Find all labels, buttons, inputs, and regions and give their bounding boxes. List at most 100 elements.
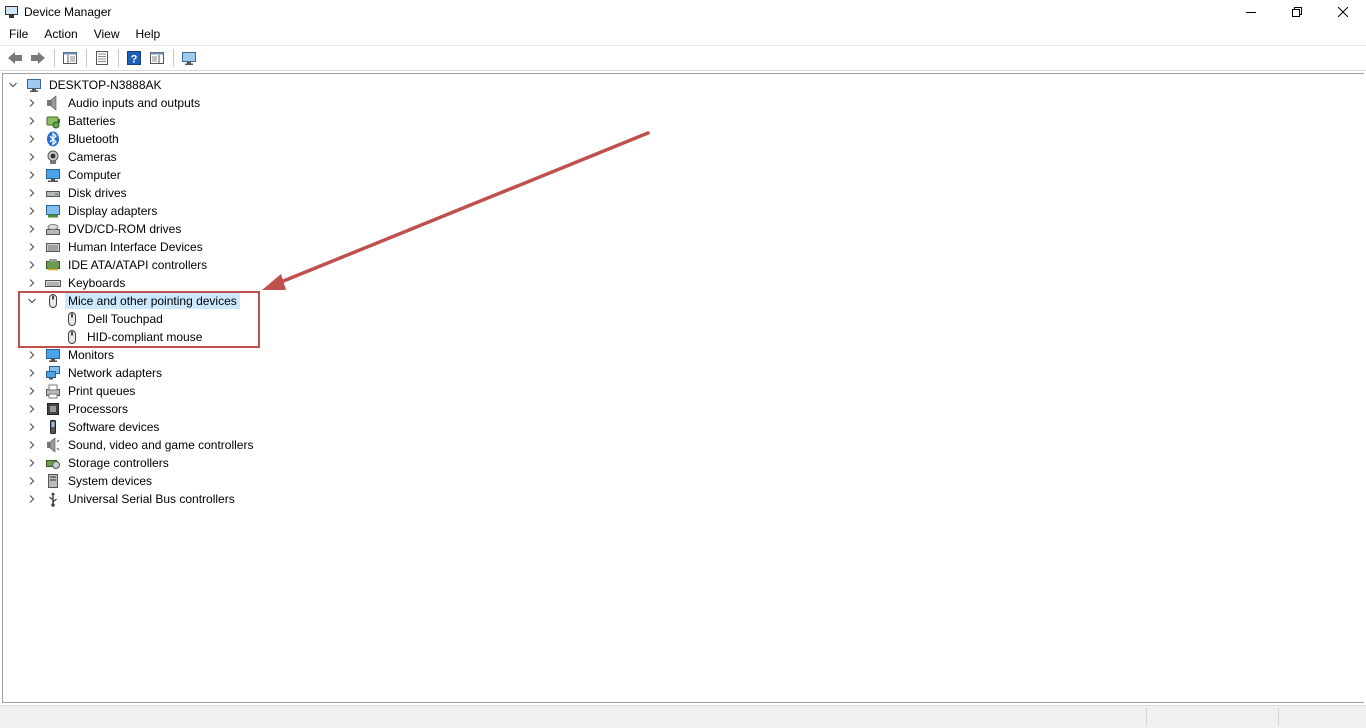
action-pane-icon (150, 52, 164, 64)
close-button[interactable] (1320, 0, 1366, 23)
tree-category-mice-and-other-pointing-devices[interactable]: Mice and other pointing devices (26, 292, 240, 310)
tree-expander[interactable] (26, 436, 38, 454)
tree-node-label: Dell Touchpad (87, 312, 163, 326)
tree-category-cameras[interactable]: Cameras (26, 148, 120, 166)
mouse-icon (49, 294, 57, 308)
tree-category-storage-controllers[interactable]: Storage controllers (26, 454, 172, 472)
tree-expander[interactable] (26, 382, 38, 400)
network-adapter-icon (46, 366, 60, 380)
processor-icon (47, 403, 59, 415)
tree-category-print-queues[interactable]: Print queues (26, 382, 138, 400)
scan-hardware-icon (182, 52, 196, 65)
chevron-right-icon (29, 117, 35, 125)
tree-category-dvd-cd-rom-drives[interactable]: DVD/CD-ROM drives (26, 220, 184, 238)
menu-view[interactable]: View (85, 24, 127, 44)
tree-node-label: Cameras (68, 150, 117, 164)
properties-button[interactable] (91, 47, 113, 69)
tree-expander[interactable] (26, 292, 38, 310)
tree-expander[interactable] (26, 112, 38, 130)
tree-expander[interactable] (26, 130, 38, 148)
minimize-button[interactable] (1228, 0, 1274, 23)
device-manager-app-icon (4, 4, 20, 20)
usb-icon (49, 492, 57, 507)
action-pane-button[interactable] (146, 47, 168, 69)
node-icon (64, 311, 80, 327)
tree-category-network-adapters[interactable]: Network adapters (26, 364, 165, 382)
help-button[interactable]: ? (123, 47, 145, 69)
tree-device-dell-touchpad[interactable]: Dell Touchpad (45, 310, 166, 328)
node-icon (45, 95, 61, 111)
window-title: Device Manager (24, 4, 112, 19)
menu-help[interactable]: Help (127, 24, 168, 44)
tree-category-monitors[interactable]: Monitors (26, 346, 117, 364)
tree-category-audio-inputs-and-outputs[interactable]: Audio inputs and outputs (26, 94, 203, 112)
chevron-right-icon (29, 279, 35, 287)
node-icon (45, 131, 61, 147)
tree-expander[interactable] (26, 364, 38, 382)
restore-button[interactable] (1274, 0, 1320, 23)
tree-expander[interactable] (26, 418, 38, 436)
chevron-right-icon (29, 423, 35, 431)
tree-category-display-adapters[interactable]: Display adapters (26, 202, 160, 220)
keyboard-icon (45, 280, 61, 287)
tree-category-ide-ata-atapi-controllers[interactable]: IDE ATA/ATAPI controllers (26, 256, 210, 274)
tree-expander[interactable] (26, 490, 38, 508)
tree-expander[interactable] (26, 472, 38, 490)
tree-expander[interactable] (26, 148, 38, 166)
tree-expander[interactable] (26, 220, 38, 238)
menu-file[interactable]: File (0, 24, 35, 44)
chevron-right-icon (29, 405, 35, 413)
forward-button[interactable] (27, 47, 49, 69)
tree-expander[interactable] (26, 454, 38, 472)
node-icon (45, 113, 61, 129)
tree-expander[interactable] (26, 256, 38, 274)
tree-category-human-interface-devices[interactable]: Human Interface Devices (26, 238, 206, 256)
sound-controller-icon (47, 437, 60, 453)
chevron-right-icon (29, 351, 35, 359)
tree-node-label: DVD/CD-ROM drives (68, 222, 182, 236)
toolbar: ? (0, 45, 1366, 71)
tree-category-computer[interactable]: Computer (26, 166, 124, 184)
scan-hardware-button[interactable] (178, 47, 200, 69)
tree-category-system-devices[interactable]: System devices (26, 472, 155, 490)
ide-controller-icon (46, 259, 60, 271)
tree-category-keyboards[interactable]: Keyboards (26, 274, 128, 292)
tree-category-universal-serial-bus-controllers[interactable]: Universal Serial Bus controllers (26, 490, 238, 508)
tree-expander[interactable] (26, 184, 38, 202)
tree-category-batteries[interactable]: Batteries (26, 112, 118, 130)
tree-expander[interactable] (7, 76, 19, 94)
node-icon (45, 293, 61, 309)
chevron-right-icon (29, 459, 35, 467)
tree-category-processors[interactable]: Processors (26, 400, 131, 418)
tree-expander[interactable] (26, 94, 38, 112)
tree-category-bluetooth[interactable]: Bluetooth (26, 130, 122, 148)
tree-category-software-devices[interactable]: Software devices (26, 418, 162, 436)
tree-expander[interactable] (26, 202, 38, 220)
chevron-right-icon (29, 225, 35, 233)
tree-expander[interactable] (26, 400, 38, 418)
status-divider (1146, 708, 1147, 726)
tree-category-disk-drives[interactable]: Disk drives (26, 184, 130, 202)
tree-category-sound-video-and-game-controllers[interactable]: Sound, video and game controllers (26, 436, 256, 454)
chevron-right-icon (29, 135, 35, 143)
tree-root-node[interactable]: DESKTOP-N3888AK (7, 76, 165, 94)
tree-expander[interactable] (26, 238, 38, 256)
storage-controller-icon (46, 460, 60, 469)
tree-device-hid-compliant-mouse[interactable]: HID-compliant mouse (45, 328, 205, 346)
tree-expander[interactable] (26, 274, 38, 292)
back-button[interactable] (4, 47, 26, 69)
menu-bar: File Action View Help (0, 23, 1366, 45)
status-divider (1278, 708, 1279, 726)
node-icon (45, 491, 61, 507)
disk-drive-icon (46, 191, 60, 197)
tree-expander[interactable] (26, 166, 38, 184)
display-adapter-icon (46, 205, 60, 218)
mouse-icon (68, 330, 76, 344)
computer-icon (46, 169, 60, 182)
node-icon (45, 185, 61, 201)
menu-action[interactable]: Action (35, 24, 84, 44)
tree-expander[interactable] (26, 346, 38, 364)
tree-node-label: Monitors (68, 348, 115, 362)
show-hide-console-tree-button[interactable] (59, 47, 81, 69)
tree-node-label: System devices (68, 474, 153, 488)
